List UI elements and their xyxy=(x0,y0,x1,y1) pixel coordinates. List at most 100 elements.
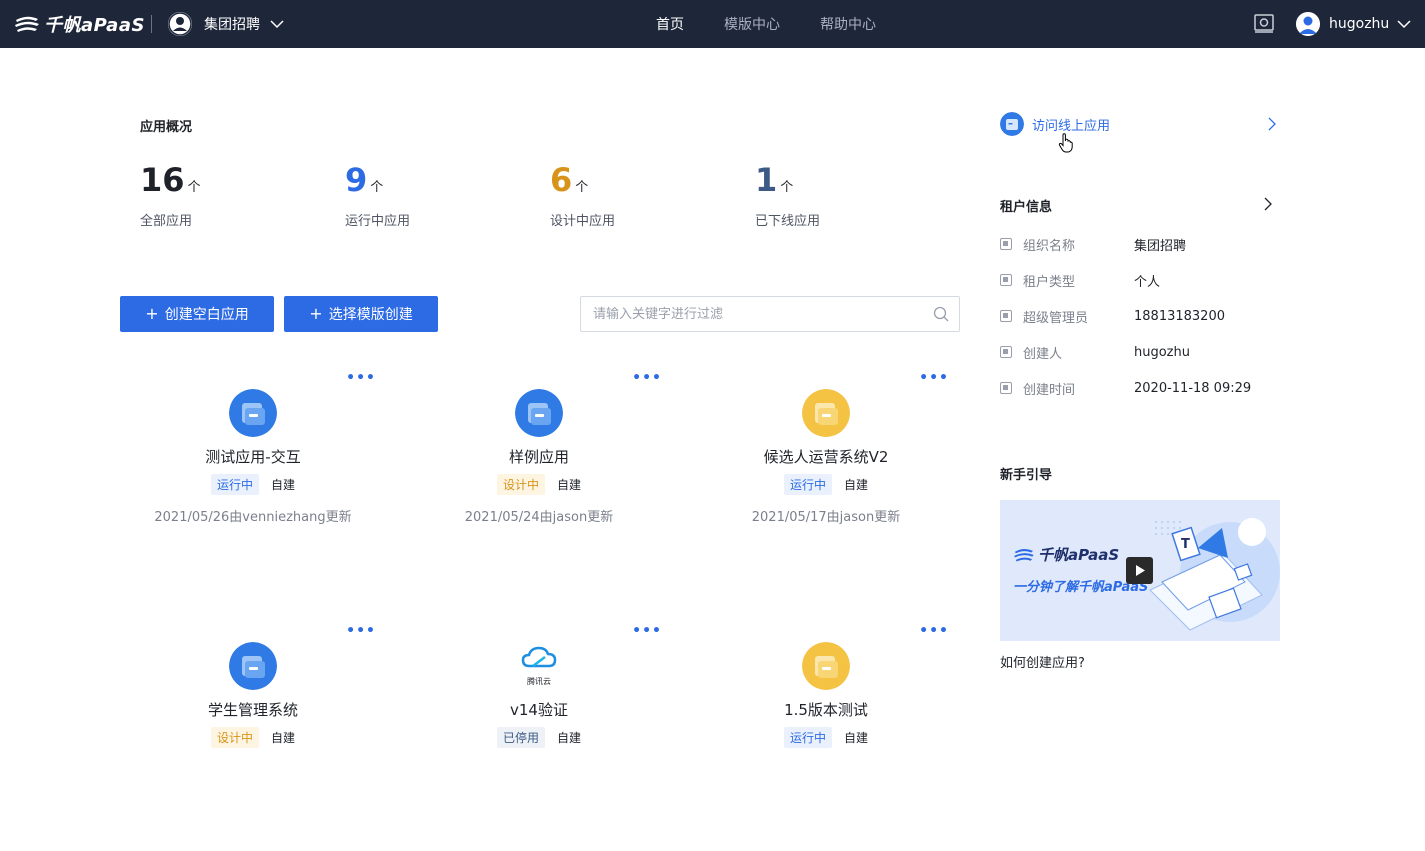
stat-label: 全部应用 xyxy=(140,214,193,229)
app-card[interactable]: ••• 腾讯云 v14验证 已停用 自建 xyxy=(406,621,676,851)
status-badge: 已停用 xyxy=(496,727,545,748)
more-actions-icon[interactable]: ••• xyxy=(919,623,949,639)
stat-unit: 个 xyxy=(780,180,794,195)
info-key: 创建时间 xyxy=(1023,382,1076,398)
create-from-template-button[interactable]: + 选择模版创建 xyxy=(284,296,438,332)
topbar-divider xyxy=(151,15,152,33)
chevron-down-icon xyxy=(270,20,284,29)
tenant-info-tenant-type: 租户类型 个人 xyxy=(1000,270,1160,290)
app-name: 学生管理系统 xyxy=(207,701,298,719)
more-actions-icon[interactable]: ••• xyxy=(632,623,662,639)
tenant-name: 集团招聘 xyxy=(204,17,260,33)
stat-unit: 个 xyxy=(187,180,201,195)
visit-online-apps-label: 访问线上应用 xyxy=(1032,118,1111,134)
app-tags: 运行中 自建 xyxy=(693,727,959,748)
info-value: 集团招聘 xyxy=(1134,238,1187,254)
tenant-info-title: 租户信息 xyxy=(1000,200,1053,215)
status-badge: 运行中 xyxy=(783,727,832,748)
top-navigation-bar: 千帆aPaaS 集团招聘 首页 模版中心 帮助中心 hugozhu xyxy=(0,0,1425,48)
status-badge: 设计中 xyxy=(496,474,545,495)
stat-label: 运行中应用 xyxy=(345,214,411,229)
status-badge: 运行中 xyxy=(210,474,259,495)
online-app-icon xyxy=(1000,112,1024,136)
app-card[interactable]: ••• 学生管理系统 设计中 自建 xyxy=(120,621,390,851)
tenant-info-super-admin: 超级管理员 18813183200 xyxy=(1000,306,1225,326)
app-card[interactable]: ••• 样例应用 设计中 自建 2021/05/24由jason更新 xyxy=(406,368,676,598)
beginner-guide-title: 新手引导 xyxy=(1000,468,1053,483)
info-key: 创建人 xyxy=(1023,346,1063,362)
chevron-down-icon xyxy=(1397,20,1411,29)
tenant-avatar-icon xyxy=(168,12,192,36)
nav-help-center[interactable]: 帮助中心 xyxy=(820,14,876,34)
guide-video-banner[interactable]: T 千帆aPaaS 一分钟了解千帆aPaaS xyxy=(1000,500,1280,641)
app-tags: 设计中 自建 xyxy=(120,727,386,748)
app-name: 测试应用-交互 xyxy=(205,448,301,466)
status-badge: 设计中 xyxy=(210,727,259,748)
stat-value: 6 xyxy=(550,161,573,199)
stat-value: 1 xyxy=(755,161,778,199)
info-value: hugozhu xyxy=(1134,344,1190,360)
more-actions-icon[interactable]: ••• xyxy=(919,370,949,386)
more-actions-icon[interactable]: ••• xyxy=(632,370,662,386)
create-from-template-label: 选择模版创建 xyxy=(328,307,413,323)
tencent-cloud-icon: 腾讯云 xyxy=(515,642,563,690)
info-value: 2020-11-18 09:29 xyxy=(1134,380,1252,396)
yellow-app-icon xyxy=(802,389,850,437)
source-label: 自建 xyxy=(271,478,296,492)
stat-offline-apps: 1个 已下线应用 xyxy=(755,160,820,229)
hand-cursor-icon xyxy=(1058,133,1073,153)
banner-logo-text: 千帆aPaaS xyxy=(1038,546,1120,564)
more-actions-icon[interactable]: ••• xyxy=(346,370,376,386)
info-value: 个人 xyxy=(1134,274,1161,290)
search-icon[interactable] xyxy=(933,306,949,322)
tencent-cloud-label: 腾讯云 xyxy=(527,677,551,686)
blue-app-icon xyxy=(515,389,563,437)
app-tags: 运行中 自建 xyxy=(120,474,386,495)
admin-icon xyxy=(1000,310,1012,322)
create-blank-app-button[interactable]: + 创建空白应用 xyxy=(120,296,274,332)
app-tags: 设计中 自建 xyxy=(406,474,672,495)
tenant-info-created-time: 创建时间 2020-11-18 09:29 xyxy=(1000,378,1251,398)
create-blank-app-label: 创建空白应用 xyxy=(164,307,249,323)
source-label: 自建 xyxy=(271,731,296,745)
plus-icon: + xyxy=(309,304,323,323)
status-badge: 运行中 xyxy=(783,474,832,495)
sail-logo-icon xyxy=(1014,548,1034,562)
stat-design-apps: 6个 设计中应用 xyxy=(550,160,615,229)
app-name: 候选人运营系统V2 xyxy=(763,448,889,466)
nav-home[interactable]: 首页 xyxy=(656,14,684,34)
user-menu[interactable]: hugozhu xyxy=(1296,10,1411,38)
info-value: 18813183200 xyxy=(1134,308,1225,324)
tenant-switcher[interactable]: 集团招聘 xyxy=(168,10,284,38)
source-label: 自建 xyxy=(557,478,582,492)
play-button-icon[interactable] xyxy=(1126,557,1153,584)
plus-icon: + xyxy=(145,304,159,323)
source-label: 自建 xyxy=(844,731,869,745)
visit-online-apps-link[interactable]: 访问线上应用 xyxy=(1000,112,1280,136)
screen-capture-icon[interactable] xyxy=(1253,12,1275,34)
chevron-right-icon[interactable] xyxy=(1267,117,1277,131)
user-name: hugozhu xyxy=(1329,16,1390,32)
banner-logo: 千帆aPaaS xyxy=(1013,544,1119,565)
stat-value: 16 xyxy=(140,161,185,199)
nav-template-center[interactable]: 模版中心 xyxy=(724,14,780,34)
clock-icon xyxy=(1000,382,1012,394)
info-key: 组织名称 xyxy=(1023,238,1076,254)
info-key: 租户类型 xyxy=(1023,274,1076,290)
app-search-box xyxy=(580,296,960,332)
overview-title: 应用概况 xyxy=(140,120,193,135)
stat-label: 已下线应用 xyxy=(755,214,821,229)
how-to-create-app-link[interactable]: 如何创建应用? xyxy=(1000,652,1085,671)
app-card[interactable]: ••• 候选人运营系统V2 运行中 自建 2021/05/17由jason更新 xyxy=(693,368,963,598)
user-avatar-icon xyxy=(1296,12,1320,36)
app-card[interactable]: ••• 1.5版本测试 运行中 自建 xyxy=(693,621,963,851)
tenant-info-org-name: 组织名称 集团招聘 xyxy=(1000,234,1186,254)
main-nav: 首页 模版中心 帮助中心 xyxy=(640,0,916,48)
qianfan-logo[interactable]: 千帆aPaaS xyxy=(14,11,145,37)
app-card[interactable]: ••• 测试应用-交互 运行中 自建 2021/05/26由venniezhan… xyxy=(120,368,390,598)
source-label: 自建 xyxy=(844,478,869,492)
tenant-info-creator: 创建人 hugozhu xyxy=(1000,342,1190,362)
chevron-right-icon[interactable] xyxy=(1263,197,1273,211)
more-actions-icon[interactable]: ••• xyxy=(346,623,376,639)
app-search-input[interactable] xyxy=(593,297,923,331)
